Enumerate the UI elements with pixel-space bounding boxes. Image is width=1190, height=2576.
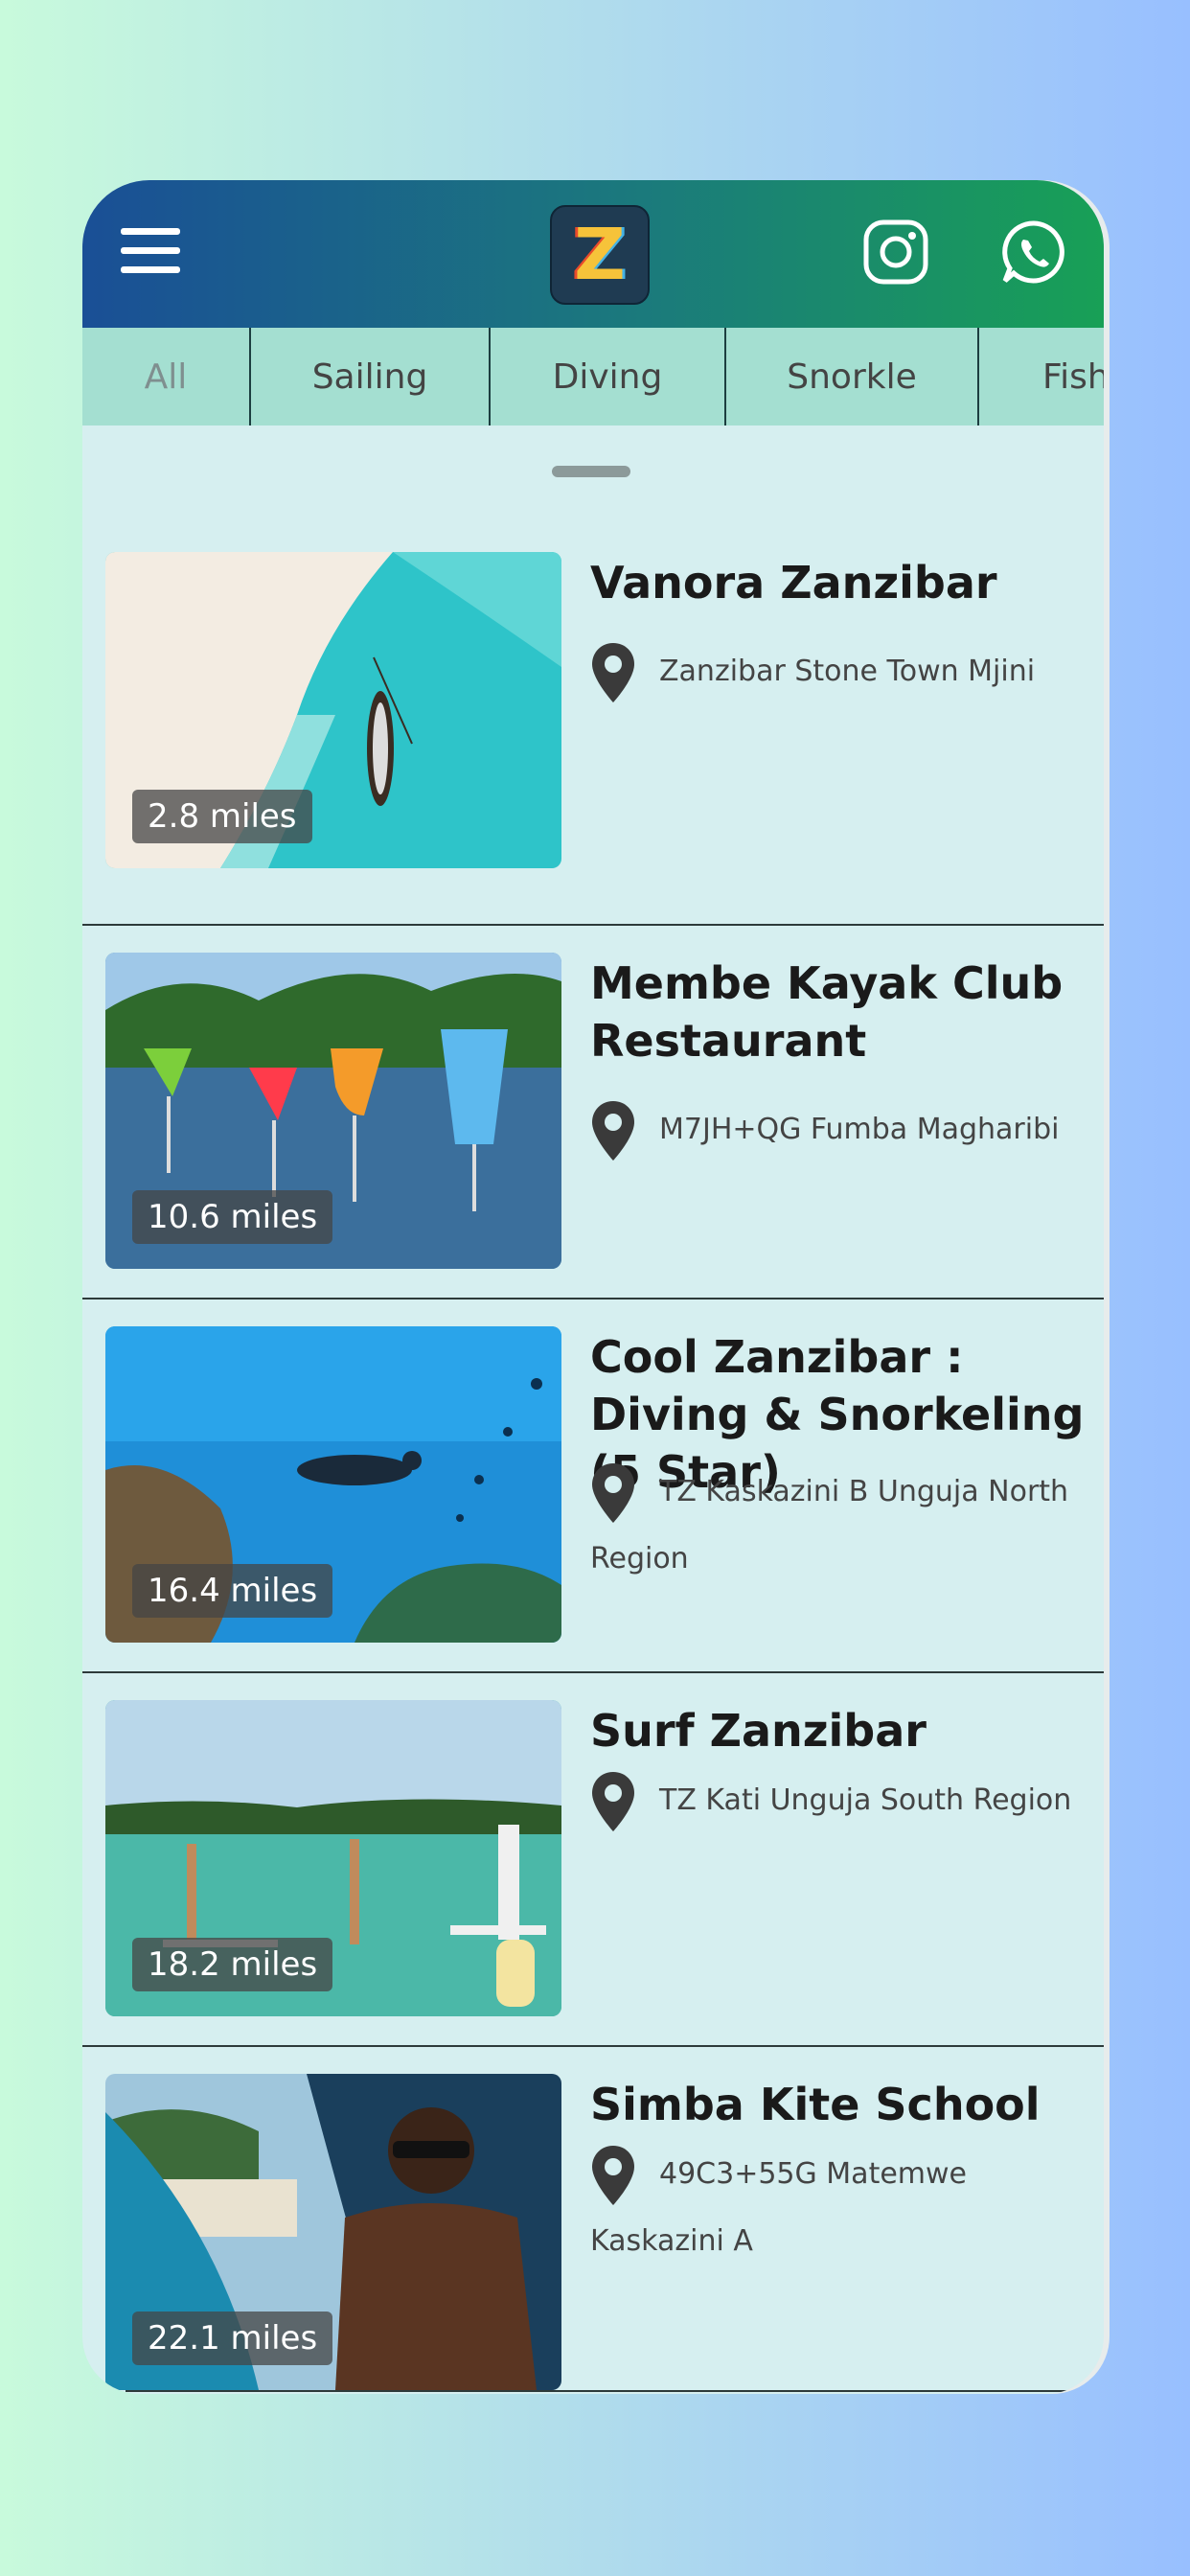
distance-badge: 18.2 miles xyxy=(132,1938,333,1991)
listing-address: TZ Kaskazini B Unguja North Region xyxy=(590,1459,1088,1593)
list-item[interactable]: 18.2 miles Surf Zanzibar TZ Kati Unguja … xyxy=(82,1673,1104,2047)
list-item[interactable]: 16.4 miles Cool Zanzibar : Diving & Snor… xyxy=(82,1300,1104,1673)
distance-badge: 16.4 miles xyxy=(132,1564,333,1618)
whatsapp-icon[interactable] xyxy=(1000,218,1067,286)
listing-title: Membe Kayak Club Restaurant xyxy=(590,957,1064,1067)
distance-badge: 2.8 miles xyxy=(132,790,312,843)
drag-handle[interactable] xyxy=(552,466,630,477)
listing-image: 22.1 miles xyxy=(105,2074,561,2390)
listing-title: Surf Zanzibar xyxy=(590,1705,927,1757)
listing-address: M7JH+QG Fumba Magharibi xyxy=(590,1096,1088,1163)
tab-fish[interactable]: Fish xyxy=(979,328,1104,426)
listing-image: 2.8 miles xyxy=(105,552,561,868)
listing-image: 16.4 miles xyxy=(105,1326,561,1643)
location-pin-icon xyxy=(592,1771,634,1831)
instagram-icon[interactable] xyxy=(862,218,929,286)
app-logo: Z xyxy=(550,205,650,305)
listing-list: 2.8 miles Vanora Zanzibar Zanzibar Stone… xyxy=(82,552,1104,2394)
tab-sailing[interactable]: Sailing xyxy=(251,328,491,426)
tab-snorkle[interactable]: Snorkle xyxy=(726,328,979,426)
tab-all[interactable]: All xyxy=(82,328,251,426)
phone-screen: Z All Sailing Diving Snorkle Fish 2.8 mi… xyxy=(82,180,1104,2394)
location-pin-icon xyxy=(592,1100,634,1161)
listing-image: 10.6 miles xyxy=(105,953,561,1269)
listing-address: TZ Kati Unguja South Region xyxy=(590,1767,1088,1834)
category-tabs: All Sailing Diving Snorkle Fish xyxy=(82,328,1104,426)
location-pin-icon xyxy=(592,642,634,702)
listing-image: 18.2 miles xyxy=(105,1700,561,2016)
app-bar: Z xyxy=(82,180,1104,328)
location-pin-icon xyxy=(592,1462,634,1523)
distance-badge: 22.1 miles xyxy=(132,2312,333,2365)
listing-title: Vanora Zanzibar xyxy=(590,557,997,609)
list-item[interactable]: 10.6 miles Membe Kayak Club Restaurant M… xyxy=(82,926,1104,1300)
hamburger-menu-icon[interactable] xyxy=(121,228,180,276)
list-item[interactable]: 2.8 miles Vanora Zanzibar Zanzibar Stone… xyxy=(82,552,1104,926)
distance-badge: 10.6 miles xyxy=(132,1190,333,1244)
listing-address: Zanzibar Stone Town Mjini xyxy=(590,638,1088,705)
listing-address: 49C3+55G Matemwe Kaskazini A xyxy=(590,2141,1088,2275)
divider xyxy=(126,2390,1084,2392)
listing-title: Simba Kite School xyxy=(590,2079,1041,2130)
location-pin-icon xyxy=(592,2145,634,2205)
list-item[interactable]: 22.1 miles Simba Kite School 49C3+55G Ma… xyxy=(82,2047,1104,2394)
tab-diving[interactable]: Diving xyxy=(491,328,726,426)
